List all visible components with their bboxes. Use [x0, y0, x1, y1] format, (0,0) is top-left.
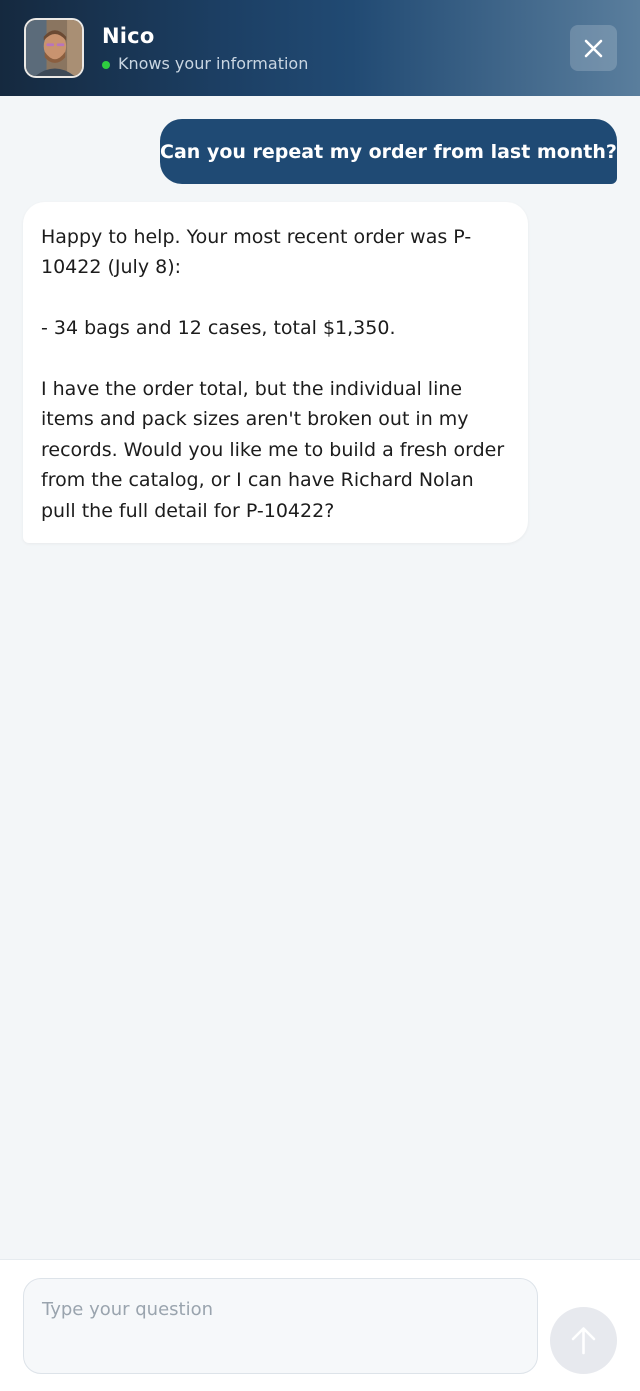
online-status-dot — [102, 61, 110, 69]
user-message: Can you repeat my order from last month? — [160, 119, 617, 184]
question-input[interactable] — [23, 1278, 538, 1374]
message-composer — [0, 1259, 640, 1391]
assistant-message: Happy to help. Your most recent order wa… — [23, 202, 528, 543]
send-button[interactable] — [550, 1307, 617, 1374]
close-icon — [584, 39, 603, 58]
arrow-up-icon — [571, 1327, 596, 1355]
close-button[interactable] — [570, 25, 617, 71]
agent-photo-icon — [26, 20, 82, 76]
agent-status-text: Knows your information — [118, 54, 309, 73]
chat-header: Nico Knows your information — [0, 0, 640, 96]
agent-name: Nico — [102, 24, 155, 48]
agent-avatar — [24, 18, 84, 78]
